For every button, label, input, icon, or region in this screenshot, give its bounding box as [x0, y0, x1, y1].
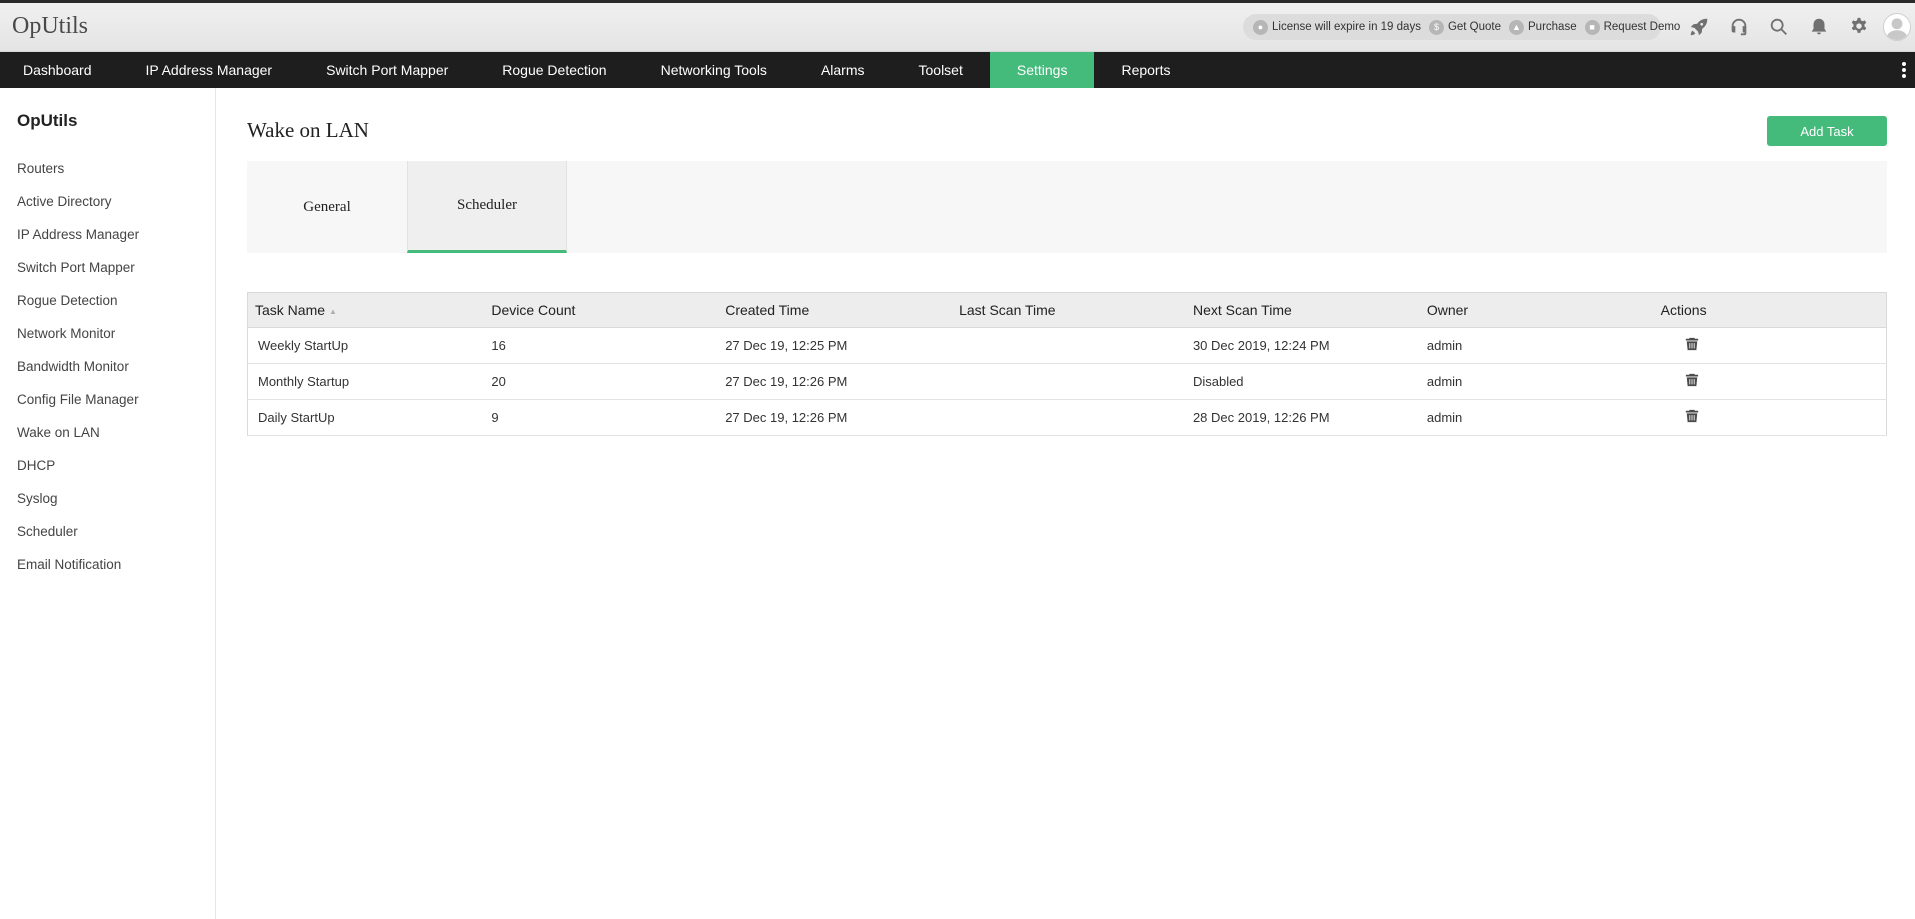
- sidebar-item-ip-address-manager[interactable]: IP Address Manager: [17, 225, 139, 258]
- user-avatar-icon[interactable]: [1883, 13, 1911, 41]
- sidebar-item-wake-on-lan[interactable]: Wake on LAN: [17, 423, 139, 456]
- dollar-icon: $: [1428, 19, 1444, 35]
- cell-created-time: 27 Dec 19, 12:26 PM: [715, 363, 950, 400]
- license-expiry: ● License will expire in 19 days: [1253, 19, 1421, 35]
- sidebar-item-active-directory[interactable]: Active Directory: [17, 192, 139, 225]
- search-icon[interactable]: [1759, 9, 1799, 45]
- sidebar: OpUtils Routers Active Directory IP Addr…: [0, 88, 216, 919]
- column-header-owner[interactable]: Owner: [1416, 292, 1651, 328]
- nav-dashboard[interactable]: Dashboard: [0, 52, 119, 88]
- sidebar-item-scheduler[interactable]: Scheduler: [17, 522, 139, 555]
- sidebar-item-routers[interactable]: Routers: [17, 159, 139, 192]
- license-banner: ● License will expire in 19 days $ Get Q…: [1243, 14, 1680, 40]
- top-bar: OpUtils ● License will expire in 19 days…: [0, 0, 1915, 52]
- tab-general[interactable]: General: [247, 161, 407, 253]
- cell-task-name: Daily StartUp: [247, 399, 482, 436]
- top-icons: [1679, 9, 1915, 45]
- purchase-label: Purchase: [1528, 21, 1577, 33]
- delete-trash-icon[interactable]: [1685, 373, 1699, 387]
- cell-owner: admin: [1416, 363, 1651, 400]
- request-demo-link[interactable]: ■ Request Demo: [1584, 19, 1681, 35]
- delete-trash-icon[interactable]: [1685, 409, 1699, 423]
- column-header-last-scan-time[interactable]: Last Scan Time: [949, 292, 1183, 328]
- column-header-task-name[interactable]: Task Name ▲: [247, 292, 482, 328]
- license-icon: ●: [1253, 19, 1268, 35]
- license-expiry-text: License will expire in 19 days: [1272, 21, 1421, 33]
- cell-task-name: Weekly StartUp: [247, 327, 482, 364]
- cell-actions: [1650, 363, 1887, 400]
- sidebar-item-syslog[interactable]: Syslog: [17, 489, 139, 522]
- nav-settings[interactable]: Settings: [989, 52, 1095, 88]
- sidebar-item-bandwidth-monitor[interactable]: Bandwidth Monitor: [17, 357, 139, 390]
- nav-alarms[interactable]: Alarms: [794, 52, 892, 88]
- sort-arrow-icon[interactable]: ▲: [329, 307, 337, 316]
- sidebar-title: OpUtils: [17, 111, 78, 130]
- get-quote-link[interactable]: $ Get Quote: [1428, 19, 1502, 35]
- sidebar-item-network-monitor[interactable]: Network Monitor: [17, 324, 139, 357]
- cell-last-scan-time: [949, 327, 1183, 364]
- cell-device-count: 9: [481, 399, 716, 436]
- table-header-row: Task Name ▲ Device Count Created Time Las…: [247, 292, 1887, 328]
- sidebar-item-config-file-manager[interactable]: Config File Manager: [17, 390, 139, 423]
- nav-switch-port-mapper[interactable]: Switch Port Mapper: [299, 52, 475, 88]
- sidebar-item-email-notification[interactable]: Email Notification: [17, 555, 139, 588]
- cell-next-scan-time: Disabled: [1182, 363, 1417, 400]
- gear-icon[interactable]: [1839, 9, 1879, 45]
- tab-scheduler[interactable]: Scheduler: [407, 161, 567, 253]
- cell-next-scan-time: 30 Dec 2019, 12:24 PM: [1182, 327, 1417, 364]
- cell-last-scan-time: [949, 363, 1183, 400]
- demo-icon: ■: [1584, 19, 1600, 35]
- table-row: Monthly Startup 20 27 Dec 19, 12:26 PM D…: [247, 363, 1887, 400]
- bell-icon[interactable]: [1799, 9, 1839, 45]
- main-nav: Dashboard IP Address Manager Switch Port…: [0, 52, 1915, 88]
- nav-rogue-detection[interactable]: Rogue Detection: [475, 52, 633, 88]
- cell-actions: [1650, 399, 1887, 436]
- tabs-panel: General Scheduler: [247, 161, 1887, 253]
- cell-created-time: 27 Dec 19, 12:26 PM: [715, 399, 950, 436]
- sidebar-list: Routers Active Directory IP Address Mana…: [17, 159, 139, 588]
- cell-device-count: 16: [481, 327, 716, 364]
- purchase-link[interactable]: ▲ Purchase: [1509, 19, 1577, 35]
- column-header-actions: Actions: [1650, 292, 1887, 328]
- cell-owner: admin: [1416, 399, 1651, 436]
- nav-toolset[interactable]: Toolset: [892, 52, 990, 88]
- cell-owner: admin: [1416, 327, 1651, 364]
- cell-device-count: 20: [481, 363, 716, 400]
- sidebar-item-dhcp[interactable]: DHCP: [17, 456, 139, 489]
- nav-ip-address-manager[interactable]: IP Address Manager: [119, 52, 300, 88]
- table-row: Weekly StartUp 16 27 Dec 19, 12:25 PM 30…: [247, 327, 1887, 364]
- column-header-next-scan-time[interactable]: Next Scan Time: [1182, 292, 1417, 328]
- scheduler-task-table: Task Name ▲ Device Count Created Time Las…: [247, 292, 1887, 436]
- cell-task-name: Monthly Startup: [247, 363, 482, 400]
- column-header-device-count[interactable]: Device Count: [481, 292, 716, 328]
- cell-last-scan-time: [949, 399, 1183, 436]
- add-task-button[interactable]: Add Task: [1767, 116, 1887, 146]
- page-title: Wake on LAN: [247, 118, 369, 142]
- cell-created-time: 27 Dec 19, 12:25 PM: [715, 327, 950, 364]
- nav-networking-tools[interactable]: Networking Tools: [634, 52, 794, 88]
- cell-actions: [1650, 327, 1887, 364]
- nav-reports[interactable]: Reports: [1094, 52, 1197, 88]
- sidebar-item-switch-port-mapper[interactable]: Switch Port Mapper: [17, 258, 139, 291]
- delete-trash-icon[interactable]: [1685, 337, 1699, 351]
- table-row: Daily StartUp 9 27 Dec 19, 12:26 PM 28 D…: [247, 399, 1887, 436]
- headset-icon[interactable]: [1719, 9, 1759, 45]
- get-quote-label: Get Quote: [1447, 21, 1502, 33]
- brand-logo: OpUtils: [12, 13, 89, 39]
- sidebar-item-rogue-detection[interactable]: Rogue Detection: [17, 291, 139, 324]
- more-menu-icon[interactable]: [1901, 60, 1907, 80]
- request-demo-label: Request Demo: [1603, 21, 1681, 33]
- cart-icon: ▲: [1509, 19, 1525, 35]
- column-header-task-name-label: Task Name: [255, 302, 326, 318]
- cell-next-scan-time: 28 Dec 2019, 12:26 PM: [1182, 399, 1417, 436]
- column-header-created-time[interactable]: Created Time: [715, 292, 950, 328]
- rocket-icon[interactable]: [1679, 9, 1719, 45]
